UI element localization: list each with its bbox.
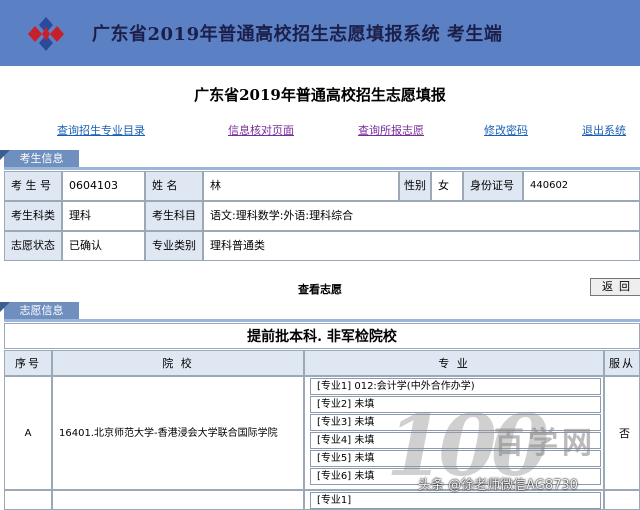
app-header-banner: 广东省2019年普通高校招生志愿填报系统 考生端 [0,0,640,66]
name-label: 姓 名 [145,171,203,201]
major-choice-5: [专业5] 未填 [310,450,601,467]
view-wishes-title: 查看志愿 [298,283,342,296]
diamond-logo-icon [28,17,64,51]
nav-change-password-link[interactable]: 修改密码 [484,122,528,138]
major-choice-3: [专业3] 未填 [310,414,601,431]
row-index [4,490,52,510]
major-choice-2: [专业2] 未填 [310,396,601,413]
nav-query-wishes-link[interactable]: 查询所报志愿 [358,122,424,138]
major-choice-1: [专业1] [310,492,601,509]
id-label: 身份证号 [463,171,523,201]
major-type-value: 理科普通类 [203,231,640,261]
app-title: 广东省2019年普通高校招生志愿填报系统 考生端 [92,24,503,45]
status-value: 已确认 [62,231,145,261]
category-value: 理科 [62,201,145,231]
top-nav: 查询招生专业目录 信息核对页面 查询所报志愿 修改密码 退出系统 [0,122,640,138]
col-header-school: 院 校 [52,350,304,376]
row-index: A [4,376,52,490]
name-value: 林 [203,171,399,201]
col-header-index: 序号 [4,350,52,376]
nav-logout-link[interactable]: 退出系统 [582,122,626,138]
id-value: 440602 [523,171,640,201]
row-obey [604,490,640,510]
wish-info-tab: 志愿信息 [0,302,79,320]
section-divider [4,319,640,322]
col-header-major: 专 业 [304,350,604,376]
major-choice-4: [专业4] 未填 [310,432,601,449]
nav-info-check-link[interactable]: 信息核对页面 [228,122,294,138]
exam-no-value: 0604103 [62,171,145,201]
subjects-label: 考生科目 [145,201,203,231]
gender-value: 女 [431,171,463,201]
major-choice-6: [专业6] 未填 [310,468,601,485]
subjects-value: 语文:理科数学:外语:理科综合 [203,201,640,231]
category-label: 考生科类 [4,201,62,231]
exam-no-label: 考 生 号 [4,171,62,201]
row-school [52,490,304,510]
student-info-tab: 考生信息 [0,150,79,168]
row-obey: 否 [604,376,640,490]
page-title: 广东省2019年普通高校招生志愿填报 [194,86,446,104]
col-header-obey: 服从 [604,350,640,376]
section-divider [4,167,640,170]
gender-label: 性别 [399,171,431,201]
batch-title: 提前批本科. 非军检院校 [4,323,640,349]
row-school: 16401.北京师范大学-香港浸会大学联合国际学院 [52,376,304,490]
nav-query-majors-link[interactable]: 查询招生专业目录 [57,122,145,138]
status-label: 志愿状态 [4,231,62,261]
back-button[interactable]: 返回 [590,278,640,296]
major-choice-1: [专业1] 012:会计学(中外合作办学) [310,378,601,395]
major-type-label: 专业类别 [145,231,203,261]
